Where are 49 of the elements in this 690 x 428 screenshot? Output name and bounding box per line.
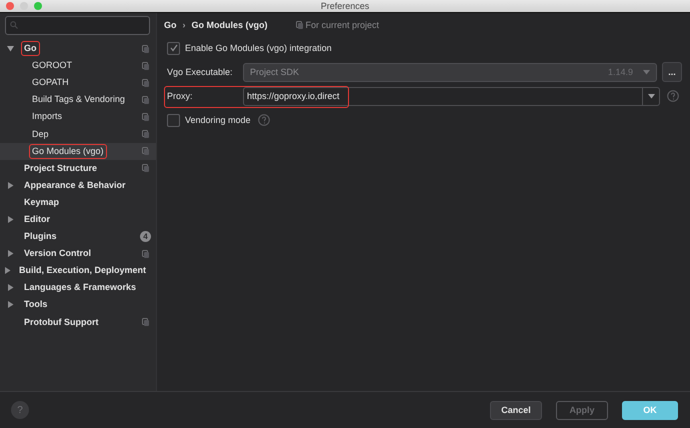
dropdown-button[interactable]: [643, 86, 660, 106]
sidebar-item[interactable]: Imports: [0, 108, 156, 126]
sidebar-item[interactable]: Tools: [0, 296, 156, 314]
sidebar-item[interactable]: Editor: [0, 210, 156, 228]
collapsed-arrow-icon[interactable]: [7, 182, 14, 189]
checkbox[interactable]: [167, 114, 180, 126]
checkbox[interactable]: [167, 42, 180, 54]
sidebar-item[interactable]: GOROOT: [0, 57, 156, 74]
cancel-button[interactable]: Cancel: [490, 400, 542, 420]
collapsed-arrow-icon[interactable]: [7, 284, 14, 292]
checkbox-label: Enable Go Modules (vgo) integration: [185, 43, 332, 53]
sidebar-item[interactable]: Build, Execution, Deployment: [0, 262, 156, 280]
collapsed-arrow-icon[interactable]: [7, 250, 14, 258]
window-title: Preferences: [320, 1, 370, 11]
scope-label: For current project: [306, 20, 380, 30]
sidebar-item[interactable]: GOPATH: [0, 74, 156, 92]
sidebar-item[interactable]: Dep: [0, 125, 156, 143]
breadcrumb-item[interactable]: Go: [164, 20, 176, 30]
help-icon[interactable]: [258, 114, 270, 126]
sidebar-item[interactable]: Languages & Frameworks: [0, 279, 156, 296]
close-control[interactable]: [6, 2, 14, 10]
sidebar-item[interactable]: Version Control: [0, 245, 156, 262]
field-label: Vgo Executable:: [166, 67, 234, 77]
breadcrumb-separator: ›: [182, 20, 186, 30]
check-icon: [170, 44, 178, 52]
collapsed-arrow-icon[interactable]: [7, 301, 14, 308]
sidebar-item[interactable]: Protobuf Support: [0, 314, 156, 331]
caret-icon: [648, 94, 654, 98]
expanded-arrow-icon[interactable]: [7, 45, 14, 52]
sidebar-item[interactable]: Keymap: [0, 194, 156, 211]
sidebar-item[interactable]: Build Tags & Vendoring: [0, 91, 156, 108]
dropdown-value: Project SDK: [250, 67, 300, 77]
sidebar-item[interactable]: Appearance & Behavior: [0, 176, 156, 194]
collapsed-arrow-icon[interactable]: [4, 267, 12, 274]
proxy-field[interactable]: https://goproxy.io,direct: [243, 86, 643, 106]
search-field[interactable]: [5, 16, 150, 35]
caret-icon: [643, 70, 650, 74]
page-icon: [296, 21, 302, 29]
count-badge: 4: [140, 231, 151, 242]
collapsed-arrow-icon[interactable]: [7, 216, 14, 223]
sidebar-item[interactable]: Go Modules (vgo): [0, 142, 156, 160]
sidebar-item[interactable]: Plugins 4: [0, 228, 156, 246]
breadcrumb-item: Go Modules (vgo): [192, 20, 268, 30]
checkbox-label: Vendoring mode: [185, 115, 251, 125]
sidebar-item[interactable]: Go: [0, 40, 156, 58]
field-label: Proxy:: [166, 91, 194, 101]
help-icon[interactable]: [667, 90, 679, 102]
search-icon: [10, 21, 18, 29]
sidebar-item[interactable]: Project Structure: [0, 160, 156, 177]
